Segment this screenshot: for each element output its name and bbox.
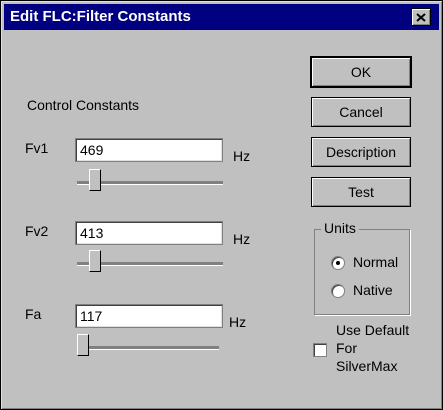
fa-slider-track <box>77 346 219 350</box>
fa-label: Fa <box>25 306 42 322</box>
control-constants-label: Control Constants <box>27 97 140 113</box>
fa-unit: Hz <box>229 314 247 330</box>
use-default-label-line3[interactable]: SilverMax <box>336 358 397 374</box>
title-bar[interactable]: Edit FLC:Filter Constants <box>4 4 439 30</box>
normal-radio[interactable] <box>331 256 345 270</box>
fv2-input[interactable] <box>75 221 223 245</box>
normal-radio-label[interactable]: Normal <box>353 254 398 270</box>
fa-slider[interactable] <box>77 334 91 364</box>
native-radio[interactable] <box>331 284 345 298</box>
fv1-slider[interactable] <box>89 169 103 199</box>
fv2-slider[interactable] <box>89 250 103 280</box>
test-button[interactable]: Test <box>311 177 411 207</box>
fv2-label: Fv2 <box>25 223 49 239</box>
units-group: Units Normal Native <box>314 220 410 315</box>
units-group-title: Units <box>321 220 359 236</box>
use-default-label-line2[interactable]: For <box>336 340 357 356</box>
native-radio-label[interactable]: Native <box>353 282 393 298</box>
dialog-window: Edit FLC:Filter Constants Control Consta… <box>0 0 443 410</box>
fv1-unit: Hz <box>233 148 251 164</box>
cancel-button[interactable]: Cancel <box>311 97 411 127</box>
window-title: Edit FLC:Filter Constants <box>10 8 191 25</box>
close-button[interactable] <box>411 8 431 26</box>
fv1-label: Fv1 <box>25 140 49 156</box>
use-default-label-line1[interactable]: Use Default <box>336 322 409 338</box>
use-default-checkbox[interactable] <box>313 343 327 357</box>
ok-button[interactable]: OK <box>310 56 412 88</box>
description-button[interactable]: Description <box>311 137 411 167</box>
radio-selected-dot <box>336 261 340 265</box>
close-icon <box>416 12 426 22</box>
fv1-input[interactable] <box>75 138 223 162</box>
fa-input[interactable] <box>75 304 223 328</box>
fv2-unit: Hz <box>233 231 251 247</box>
